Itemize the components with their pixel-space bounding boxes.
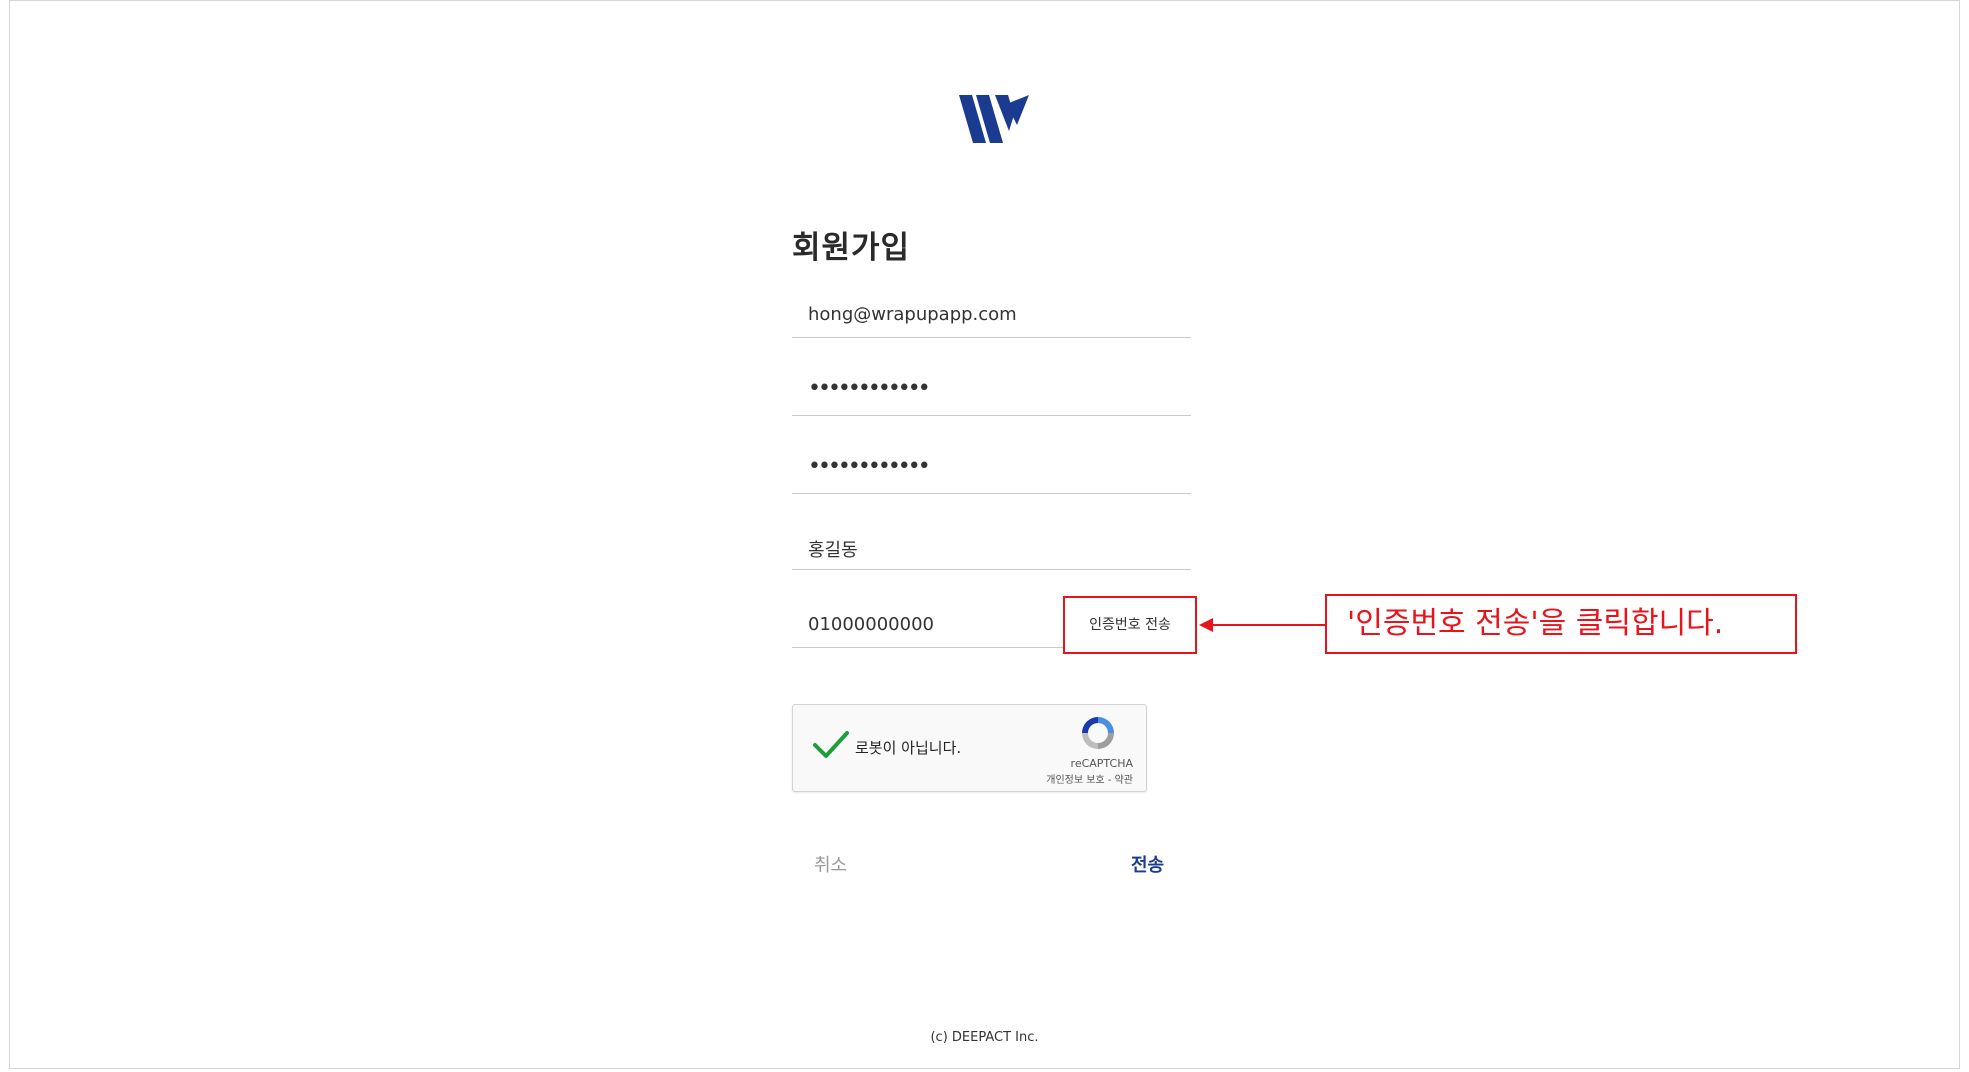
footer-copyright: (c) DEEPACT Inc. — [930, 1030, 1039, 1045]
email-field[interactable]: hong@wrapupapp.com — [792, 296, 1191, 338]
email-value: hong@wrapupapp.com — [808, 304, 1017, 325]
callout-annotation: '인증번호 전송'을 클릭합니다. — [1325, 594, 1797, 654]
recaptcha-brand: reCAPTCHA — [1070, 757, 1133, 770]
phone-value: 01000000000 — [808, 614, 934, 635]
wrapup-logo-icon — [959, 95, 1029, 143]
recaptcha-links[interactable]: 개인정보 보호 - 약관 — [993, 771, 1133, 786]
recaptcha-widget[interactable]: 로봇이 아닙니다. reCAPTCHA 개인정보 보호 - 약관 — [792, 704, 1147, 792]
password-value: •••••••••••• — [808, 376, 931, 401]
recaptcha-icon — [1082, 717, 1114, 749]
send-code-button[interactable]: 인증번호 전송 — [1063, 596, 1197, 654]
recaptcha-label: 로봇이 아닙니다. — [855, 739, 962, 757]
password-field[interactable]: •••••••••••• — [792, 374, 1191, 416]
name-value: 홍길동 — [808, 540, 858, 561]
page-title: 회원가입 — [792, 230, 911, 266]
submit-button[interactable]: 전송 — [1131, 851, 1164, 877]
callout-arrow-icon — [1199, 618, 1325, 632]
name-field[interactable]: 홍길동 — [792, 528, 1191, 570]
cancel-button[interactable]: 취소 — [814, 851, 847, 877]
password-confirm-value: •••••••••••• — [808, 454, 931, 479]
check-icon[interactable] — [811, 729, 851, 761]
password-confirm-field[interactable]: •••••••••••• — [792, 452, 1191, 494]
